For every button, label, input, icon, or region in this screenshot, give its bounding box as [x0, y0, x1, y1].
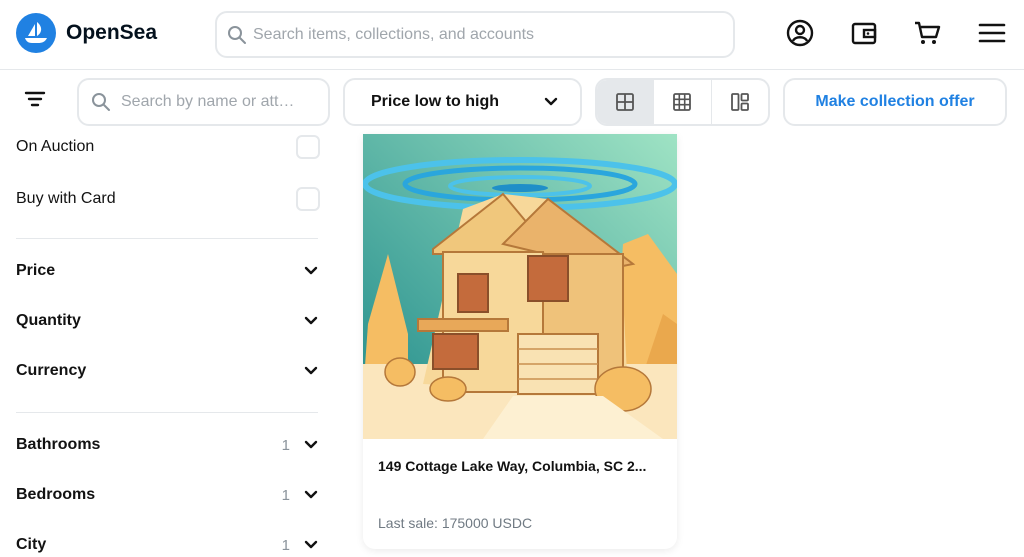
- trait-label: City: [16, 536, 47, 553]
- brand-name: OpenSea: [66, 21, 158, 44]
- collection-search[interactable]: [77, 78, 330, 126]
- buy-with-card-checkbox[interactable]: [296, 187, 320, 211]
- status-label: Buy with Card: [16, 190, 116, 207]
- filter-label: Quantity: [16, 312, 81, 329]
- search-icon: [92, 93, 110, 111]
- chevron-down-icon: [304, 266, 318, 275]
- chevron-down-icon: [304, 366, 318, 375]
- sort-label: Price low to high: [371, 93, 500, 110]
- status-buy-with-card[interactable]: Buy with Card: [16, 186, 320, 212]
- trait-city[interactable]: City 1: [16, 533, 318, 557]
- grid-small-icon[interactable]: [654, 80, 712, 124]
- filter-toggle-button[interactable]: [24, 90, 56, 114]
- view-mode-switcher: [595, 78, 770, 126]
- sort-dropdown[interactable]: Price low to high: [343, 78, 582, 126]
- menu-icon[interactable]: [976, 17, 1008, 49]
- chevron-down-icon: [304, 316, 318, 325]
- chevron-down-icon: [304, 440, 318, 449]
- trait-bedrooms[interactable]: Bedrooms 1: [16, 483, 318, 507]
- global-search-input[interactable]: [253, 25, 723, 44]
- cart-icon[interactable]: [911, 17, 943, 49]
- opensea-logo-icon: [16, 13, 56, 53]
- masonry-icon[interactable]: [712, 80, 768, 124]
- trait-count: 1: [281, 486, 290, 504]
- collection-toolbar: Price low to high: [0, 70, 1024, 134]
- wallet-icon[interactable]: [848, 17, 880, 49]
- trait-label: Bedrooms: [16, 486, 96, 503]
- divider: [16, 412, 318, 413]
- on-auction-checkbox[interactable]: [296, 135, 320, 159]
- account-icon[interactable]: [784, 17, 816, 49]
- divider: [16, 238, 318, 239]
- trait-count: 1: [281, 536, 290, 554]
- grid-large-icon[interactable]: [597, 80, 655, 124]
- global-search[interactable]: [215, 11, 735, 58]
- trait-label: Bathrooms: [16, 436, 101, 453]
- nft-item-card[interactable]: 149 Cottage Lake Way, Columbia, SC 2... …: [363, 134, 677, 549]
- filter-currency[interactable]: Currency: [16, 359, 318, 383]
- chevron-down-icon: [304, 540, 318, 549]
- item-title[interactable]: 149 Cottage Lake Way, Columbia, SC 2...: [378, 458, 663, 474]
- search-icon: [228, 25, 246, 44]
- filter-sidebar: On Auction Buy with Card Price Quantity …: [0, 134, 340, 557]
- status-on-auction[interactable]: On Auction: [16, 134, 320, 160]
- opensea-logo[interactable]: OpenSea: [16, 13, 157, 53]
- filter-icon: [24, 91, 46, 107]
- chevron-down-icon: [544, 97, 558, 106]
- filter-label: Price: [16, 262, 56, 279]
- trait-bathrooms[interactable]: Bathrooms 1: [16, 433, 318, 457]
- collection-search-input[interactable]: [121, 93, 311, 111]
- filter-label: Currency: [16, 362, 87, 379]
- top-navbar: OpenSea: [0, 0, 1024, 70]
- chevron-down-icon: [304, 490, 318, 499]
- make-collection-offer-button[interactable]: Make collection offer: [783, 78, 1007, 126]
- item-last-sale: Last sale: 175000 USDC: [378, 515, 533, 531]
- trait-count: 1: [281, 436, 290, 454]
- filter-price[interactable]: Price: [16, 259, 318, 283]
- status-label: On Auction: [16, 138, 95, 155]
- nft-image: [363, 134, 677, 439]
- filter-quantity[interactable]: Quantity: [16, 309, 318, 333]
